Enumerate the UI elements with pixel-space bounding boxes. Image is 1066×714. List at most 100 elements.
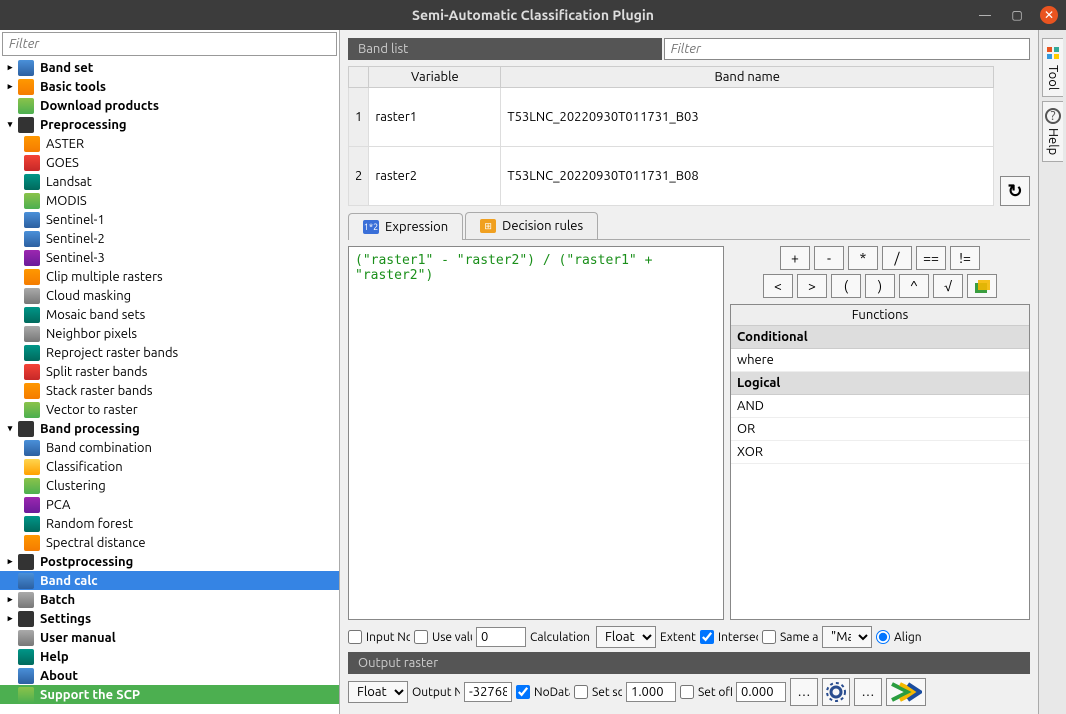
nav-item-basic-tools[interactable]: ▸Basic tools (0, 77, 339, 96)
nodata-mask-label: NoData mask (534, 686, 570, 699)
batch-gear-button[interactable] (822, 678, 850, 706)
output-raster-label: Output raster (348, 652, 1030, 674)
nav-item-sentinel-3[interactable]: Sentinel-3 (0, 248, 339, 267)
op-button[interactable]: ( (831, 274, 861, 298)
expression-icon: 1*2 (363, 220, 379, 234)
nav-item-clip-multiple-rasters[interactable]: Clip multiple rasters (0, 267, 339, 286)
nav-item-aster[interactable]: ASTER (0, 134, 339, 153)
op-button[interactable]: > (797, 274, 827, 298)
input-nodata-checkbox[interactable] (348, 630, 362, 644)
table-row[interactable]: 1raster1T53LNC_20220930T011731_B03 (349, 88, 994, 147)
nav-item-help[interactable]: Help (0, 647, 339, 666)
browse-button[interactable]: … (790, 678, 818, 706)
nav-item-icon (18, 630, 34, 646)
open-expression-button[interactable] (967, 274, 997, 298)
function-item[interactable]: OR (731, 418, 1029, 441)
align-radio[interactable] (876, 630, 890, 644)
nav-item-vector-to-raster[interactable]: Vector to raster (0, 400, 339, 419)
function-item[interactable]: AND (731, 395, 1029, 418)
op-button[interactable]: / (882, 246, 912, 270)
set-offset-checkbox[interactable] (680, 685, 694, 699)
op-button[interactable]: ^ (899, 274, 929, 298)
nav-item-clustering[interactable]: Clustering (0, 476, 339, 495)
output-nodata-spin[interactable] (464, 682, 512, 702)
nav-item-band-combination[interactable]: Band combination (0, 438, 339, 457)
bandlist-table[interactable]: Variable Band name 1raster1T53LNC_202209… (348, 66, 994, 206)
nav-item-icon (24, 402, 40, 418)
op-button[interactable]: * (848, 246, 878, 270)
nav-item-sentinel-1[interactable]: Sentinel-1 (0, 210, 339, 229)
nav-item-postprocessing[interactable]: ▸Postprocessing (0, 552, 339, 571)
same-as-combo[interactable]: "Map extent" (822, 626, 872, 648)
nav-item-download-products[interactable]: Download products (0, 96, 339, 115)
op-button[interactable]: √ (933, 274, 963, 298)
nav-item-about[interactable]: About (0, 666, 339, 685)
function-item[interactable]: XOR (731, 441, 1029, 464)
sidetab-help[interactable]: ? Help (1042, 101, 1063, 162)
nav-item-mosaic-band-sets[interactable]: Mosaic band sets (0, 305, 339, 324)
nav-item-sentinel-2[interactable]: Sentinel-2 (0, 229, 339, 248)
op-button[interactable]: == (916, 246, 946, 270)
tab-decision-rules[interactable]: ⊞ Decision rules (465, 212, 598, 239)
nav-item-icon (18, 98, 34, 114)
nav-item-icon (24, 155, 40, 171)
nav-item-spectral-distance[interactable]: Spectral distance (0, 533, 339, 552)
op-button[interactable]: < (763, 274, 793, 298)
sidebar-filter-input[interactable] (2, 32, 337, 56)
nav-item-neighbor-pixels[interactable]: Neighbor pixels (0, 324, 339, 343)
nav-item-cloud-masking[interactable]: Cloud masking (0, 286, 339, 305)
nav-item-user-manual[interactable]: User manual (0, 628, 339, 647)
same-as-checkbox[interactable] (762, 630, 776, 644)
op-button[interactable]: ) (865, 274, 895, 298)
extent-label: Extent: (660, 631, 696, 644)
output-dtype-combo[interactable]: Float (348, 681, 408, 703)
set-scale-spin[interactable] (626, 682, 676, 702)
nav-item-settings[interactable]: ▸Settings (0, 609, 339, 628)
sidetab-tool[interactable]: Tool (1042, 38, 1063, 97)
nav-item-icon (18, 421, 34, 437)
nav-item-band-calc[interactable]: Band calc (0, 571, 339, 590)
nav-item-random-forest[interactable]: Random forest (0, 514, 339, 533)
intersection-checkbox[interactable] (700, 630, 714, 644)
nodata-mask-checkbox[interactable] (516, 685, 530, 699)
minimize-button[interactable]: — (976, 6, 994, 24)
set-scale-checkbox[interactable] (574, 685, 588, 699)
op-button[interactable]: - (814, 246, 844, 270)
nav-item-landsat[interactable]: Landsat (0, 172, 339, 191)
window-controls: — ▢ ✕ (976, 6, 1058, 24)
use-value-nodata-checkbox[interactable] (414, 630, 428, 644)
bandlist-filter-input[interactable] (664, 38, 1030, 60)
table-row[interactable]: 2raster2T53LNC_20220930T011731_B08 (349, 147, 994, 206)
close-button[interactable]: ✕ (1040, 6, 1058, 24)
expression-textarea[interactable]: ("raster1" - "raster2") / ("raster1" + "… (348, 246, 724, 620)
op-button[interactable]: + (780, 246, 810, 270)
tab-expression[interactable]: 1*2 Expression (348, 213, 463, 240)
nav-tree[interactable]: ▸Band set▸Basic toolsDownload products▾P… (0, 58, 339, 714)
function-item[interactable]: where (731, 349, 1029, 372)
maximize-button[interactable]: ▢ (1008, 6, 1026, 24)
nav-item-batch[interactable]: ▸Batch (0, 590, 339, 609)
set-offset-label: Set offset (698, 686, 732, 699)
nav-item-reproject-raster-bands[interactable]: Reproject raster bands (0, 343, 339, 362)
nav-item-preprocessing[interactable]: ▾Preprocessing (0, 115, 339, 134)
calc-dtype-combo[interactable]: Float (596, 626, 656, 648)
nav-item-support-the-scp[interactable]: Support the SCP (0, 685, 339, 704)
nav-item-pca[interactable]: PCA (0, 495, 339, 514)
nav-item-band-set[interactable]: ▸Band set (0, 58, 339, 77)
set-offset-spin[interactable] (736, 682, 786, 702)
nav-item-stack-raster-bands[interactable]: Stack raster bands (0, 381, 339, 400)
functions-list[interactable]: Functions ConditionalwhereLogicalANDORXO… (731, 305, 1029, 619)
set-scale-label: Set scale (592, 686, 622, 699)
op-button[interactable]: != (950, 246, 980, 270)
nav-item-classification[interactable]: Classification (0, 457, 339, 476)
use-value-nodata-spin[interactable] (476, 627, 526, 647)
run-button[interactable] (886, 678, 926, 706)
nav-item-icon (24, 535, 40, 551)
nav-item-band-processing[interactable]: ▾Band processing (0, 419, 339, 438)
nav-item-split-raster-bands[interactable]: Split raster bands (0, 362, 339, 381)
bandlist-table-wrap: Variable Band name 1raster1T53LNC_202209… (348, 66, 1030, 206)
browse-output-button[interactable]: … (854, 678, 882, 706)
nav-item-goes[interactable]: GOES (0, 153, 339, 172)
refresh-bandlist-button[interactable]: ↻ (1000, 176, 1030, 206)
nav-item-modis[interactable]: MODIS (0, 191, 339, 210)
